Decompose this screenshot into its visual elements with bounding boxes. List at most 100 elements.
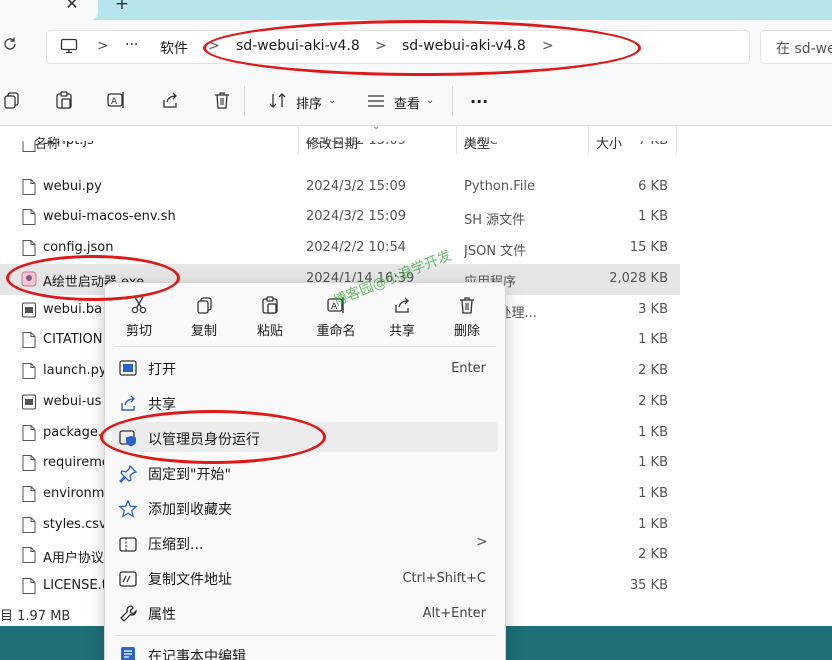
file-size: 2 KB	[638, 394, 668, 409]
file-row[interactable]: script.js 2024/3/2 15:09 JSFile 7 KB	[0, 141, 680, 154]
more-options-button[interactable]: ···	[470, 92, 488, 111]
txt-file-icon	[21, 577, 37, 595]
file-size: 15 KB	[629, 240, 668, 255]
menu-accel-copy-path: Ctrl+Shift+C	[402, 571, 486, 586]
trash-icon	[457, 295, 477, 315]
file-size: 1 KB	[638, 486, 668, 501]
sort-icon	[269, 93, 286, 108]
paste-button[interactable]: 粘贴	[245, 320, 295, 339]
file-type: JSFile	[464, 141, 574, 148]
sort-label: 排序	[296, 97, 323, 112]
file-size: 2 KB	[638, 363, 668, 378]
menu-accel-properties: Alt+Enter	[422, 606, 486, 621]
menu-item-pin-start[interactable]: 固定到"开始"	[148, 464, 231, 484]
trash-icon[interactable]	[212, 90, 234, 112]
toolbar-divider	[244, 86, 245, 116]
refresh-icon[interactable]	[2, 36, 20, 56]
file-type: SH 源文件	[464, 213, 526, 228]
doc-file-icon	[21, 546, 37, 564]
copy-icon[interactable]	[2, 90, 24, 112]
svg-text:A: A	[111, 97, 118, 107]
file-date: 2024/3/2 15:09	[306, 209, 406, 224]
zip-icon	[118, 534, 138, 554]
menu-item-properties[interactable]: 属性	[148, 604, 176, 624]
file-size: 1 KB	[638, 455, 668, 470]
rename-icon[interactable]: A	[106, 90, 128, 112]
file-size: 1 KB	[638, 517, 668, 532]
sort-chevron-icon: ⌄	[372, 121, 381, 132]
breadcrumb-item-software[interactable]: 软件	[160, 38, 188, 58]
txt-file-icon	[21, 454, 37, 472]
chevron-down-icon: ⌄	[426, 95, 435, 106]
file-name: script.js	[43, 141, 263, 148]
file-size: 3 KB	[638, 302, 668, 317]
view-icon	[368, 95, 384, 107]
share-icon	[392, 295, 412, 315]
py-file-icon	[21, 178, 37, 196]
annotation-ellipse-file	[6, 255, 180, 301]
share-icon[interactable]	[160, 90, 182, 112]
bat-file-icon	[21, 393, 37, 411]
js-file-icon	[21, 141, 37, 153]
menu-divider	[114, 635, 496, 636]
file-size: 35 KB	[629, 578, 668, 593]
menu-accel-open: Enter	[451, 361, 486, 376]
chevron-down-icon: ⌄	[328, 95, 337, 106]
file-row[interactable]: webui.py 2024/3/2 15:09 Python.File 6 KB	[0, 172, 680, 203]
share-button[interactable]: 共享	[377, 320, 427, 339]
share-icon	[118, 393, 138, 413]
menu-item-compress[interactable]: 压缩到...	[148, 534, 203, 554]
json-file-icon	[21, 239, 37, 257]
rename-button[interactable]: 重命名	[311, 320, 361, 339]
file-name: config.json	[43, 240, 114, 255]
file-name: webui.py	[43, 179, 102, 194]
pin-icon	[118, 464, 138, 484]
breadcrumb-more[interactable]: ···	[125, 37, 138, 53]
open-icon	[118, 358, 138, 378]
menu-item-edit-notepad[interactable]: 在记事本中编辑	[148, 646, 246, 660]
wrench-icon	[118, 604, 138, 624]
file-date: 2024/3/2 15:09	[306, 141, 446, 148]
file-size: 2 KB	[638, 547, 668, 562]
file-row[interactable]: webui-macos-env.sh 2024/3/2 15:09 SH 源文件 1 …	[0, 202, 680, 233]
new-tab-icon[interactable]: +	[112, 0, 132, 14]
paste-icon	[260, 295, 280, 315]
search-placeholder: 在 sd-we	[776, 41, 832, 57]
file-size: 1 KB	[638, 425, 668, 440]
file-date: 2024/3/2 15:09	[306, 179, 406, 194]
copy-icon	[195, 295, 215, 315]
menu-item-copy-path[interactable]: 复制文件地址	[148, 569, 232, 589]
txt-file-icon	[21, 485, 37, 503]
csv-file-icon	[21, 516, 37, 534]
status-text: 目 1.97 MB	[0, 609, 71, 624]
this-pc-icon[interactable]	[60, 38, 78, 58]
file-name: webui-macos-env.sh	[43, 209, 176, 224]
menu-item-add-favorites[interactable]: 添加到收藏夹	[148, 499, 232, 519]
view-label: 查看	[394, 97, 421, 112]
bat-file-icon	[21, 301, 37, 319]
json-file-icon	[21, 424, 37, 442]
tab-active[interactable]	[0, 0, 98, 20]
txt-file-icon	[21, 331, 37, 349]
file-size: 1 KB	[638, 209, 668, 224]
cut-button[interactable]: 剪切	[114, 320, 164, 339]
notepad-icon	[118, 644, 138, 660]
annotation-ellipse-run-as-admin	[100, 410, 326, 464]
paste-icon[interactable]	[54, 90, 76, 112]
file-size: 7 KB	[580, 141, 668, 148]
star-icon	[118, 499, 138, 519]
copy-path-icon	[118, 569, 138, 589]
menu-divider	[114, 346, 496, 347]
copy-button[interactable]: 复制	[179, 320, 229, 339]
py-file-icon	[21, 362, 37, 380]
chevron-right-icon: >	[476, 534, 488, 550]
file-type: Python.File	[464, 179, 535, 194]
file-size: 1 KB	[638, 332, 668, 347]
toolbar-divider	[452, 86, 453, 116]
close-tab-icon[interactable]: ✕	[62, 0, 82, 14]
sh-file-icon	[21, 208, 37, 226]
menu-item-open[interactable]: 打开	[148, 359, 176, 379]
file-size: 6 KB	[638, 179, 668, 194]
breadcrumb-separator: >	[97, 38, 109, 54]
delete-button[interactable]: 删除	[442, 320, 492, 339]
